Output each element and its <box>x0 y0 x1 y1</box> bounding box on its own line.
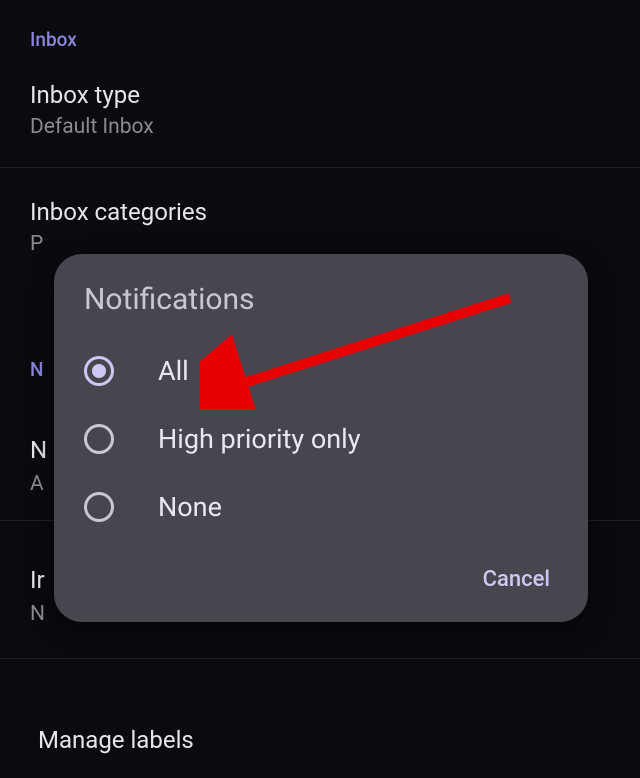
radio-button-icon <box>84 356 114 386</box>
radio-label: All <box>158 355 189 387</box>
notifications-dialog: Notifications All High priority only Non… <box>54 254 588 622</box>
bg-text: Ir <box>30 566 45 594</box>
setting-manage-labels[interactable]: Manage labels <box>8 710 224 776</box>
dialog-title: Notifications <box>54 282 588 337</box>
radio-label: High priority only <box>158 423 361 455</box>
setting-title: Manage labels <box>38 726 194 754</box>
radio-button-icon <box>84 492 114 522</box>
bg-text: N <box>30 436 47 464</box>
setting-value: Default Inbox <box>30 115 610 139</box>
setting-title: Inbox type <box>30 81 610 109</box>
radio-option-high-priority[interactable]: High priority only <box>54 405 588 473</box>
cancel-button[interactable]: Cancel <box>483 567 550 592</box>
radio-option-all[interactable]: All <box>54 337 588 405</box>
radio-option-none[interactable]: None <box>54 473 588 541</box>
setting-value: P <box>30 232 610 256</box>
bg-section-header: N <box>30 358 43 381</box>
setting-title: Inbox categories <box>30 198 610 226</box>
bg-text: N <box>30 602 45 626</box>
setting-inbox-type[interactable]: Inbox type Default Inbox <box>0 65 640 155</box>
radio-label: None <box>158 491 222 523</box>
section-header-inbox: Inbox <box>0 0 640 65</box>
divider <box>0 658 640 659</box>
radio-button-icon <box>84 424 114 454</box>
bg-text: A <box>30 472 44 496</box>
dialog-actions: Cancel <box>54 541 588 608</box>
